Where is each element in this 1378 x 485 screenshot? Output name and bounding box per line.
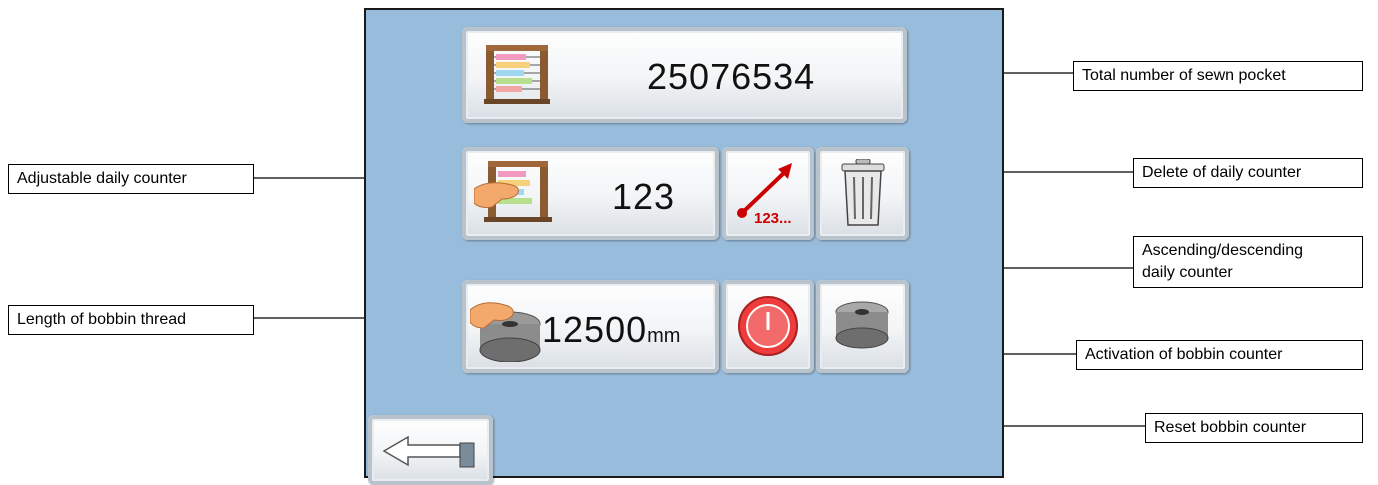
bobbin-counter-activation-button[interactable]: [816, 280, 909, 373]
reset-bobbin-counter-button[interactable]: [722, 280, 814, 373]
callout-ascending-line1: Ascending/descending: [1142, 242, 1304, 259]
callout-total: Total number of sewn pocket: [1073, 61, 1363, 91]
bobbin-length-number: 12500: [542, 309, 648, 350]
bobbin-length-display[interactable]: 12500mm: [462, 280, 719, 373]
hand-bobbin-icon: [470, 302, 541, 362]
bobbin-length-value: 12500mm: [542, 312, 680, 348]
callout-ascending: Ascending/descending daily counter: [1133, 236, 1363, 288]
delete-daily-counter-button[interactable]: [816, 147, 909, 240]
ascending-descending-button[interactable]: 123...: [722, 147, 814, 240]
hand-abacus-icon: [474, 161, 552, 222]
bobbin-icon: [835, 301, 889, 349]
back-arrow-icon: [382, 435, 475, 468]
callout-delete: Delete of daily counter: [1133, 158, 1363, 188]
total-counter-display: 25076534: [462, 27, 907, 123]
callout-activation: Activation of bobbin counter: [1076, 340, 1363, 370]
power-reset-icon: [738, 296, 798, 356]
ascending-arrow-icon: 123...: [737, 163, 792, 227]
daily-counter-display[interactable]: 123: [462, 147, 719, 240]
callout-daily: Adjustable daily counter: [8, 164, 254, 194]
callout-reset: Reset bobbin counter: [1145, 413, 1363, 443]
direction-icon-text: 123...: [754, 210, 792, 227]
bobbin-length-unit: mm: [647, 325, 681, 347]
callout-ascending-line2: daily counter: [1142, 264, 1233, 281]
callout-length: Length of bobbin thread: [8, 305, 254, 335]
counter-screen: 25076534 123 123... 12500mm: [364, 8, 1004, 485]
daily-counter-value: 123: [612, 176, 676, 217]
total-counter-value: 25076534: [647, 56, 816, 97]
abacus-icon: [484, 45, 550, 104]
trash-can-icon: [841, 159, 885, 226]
